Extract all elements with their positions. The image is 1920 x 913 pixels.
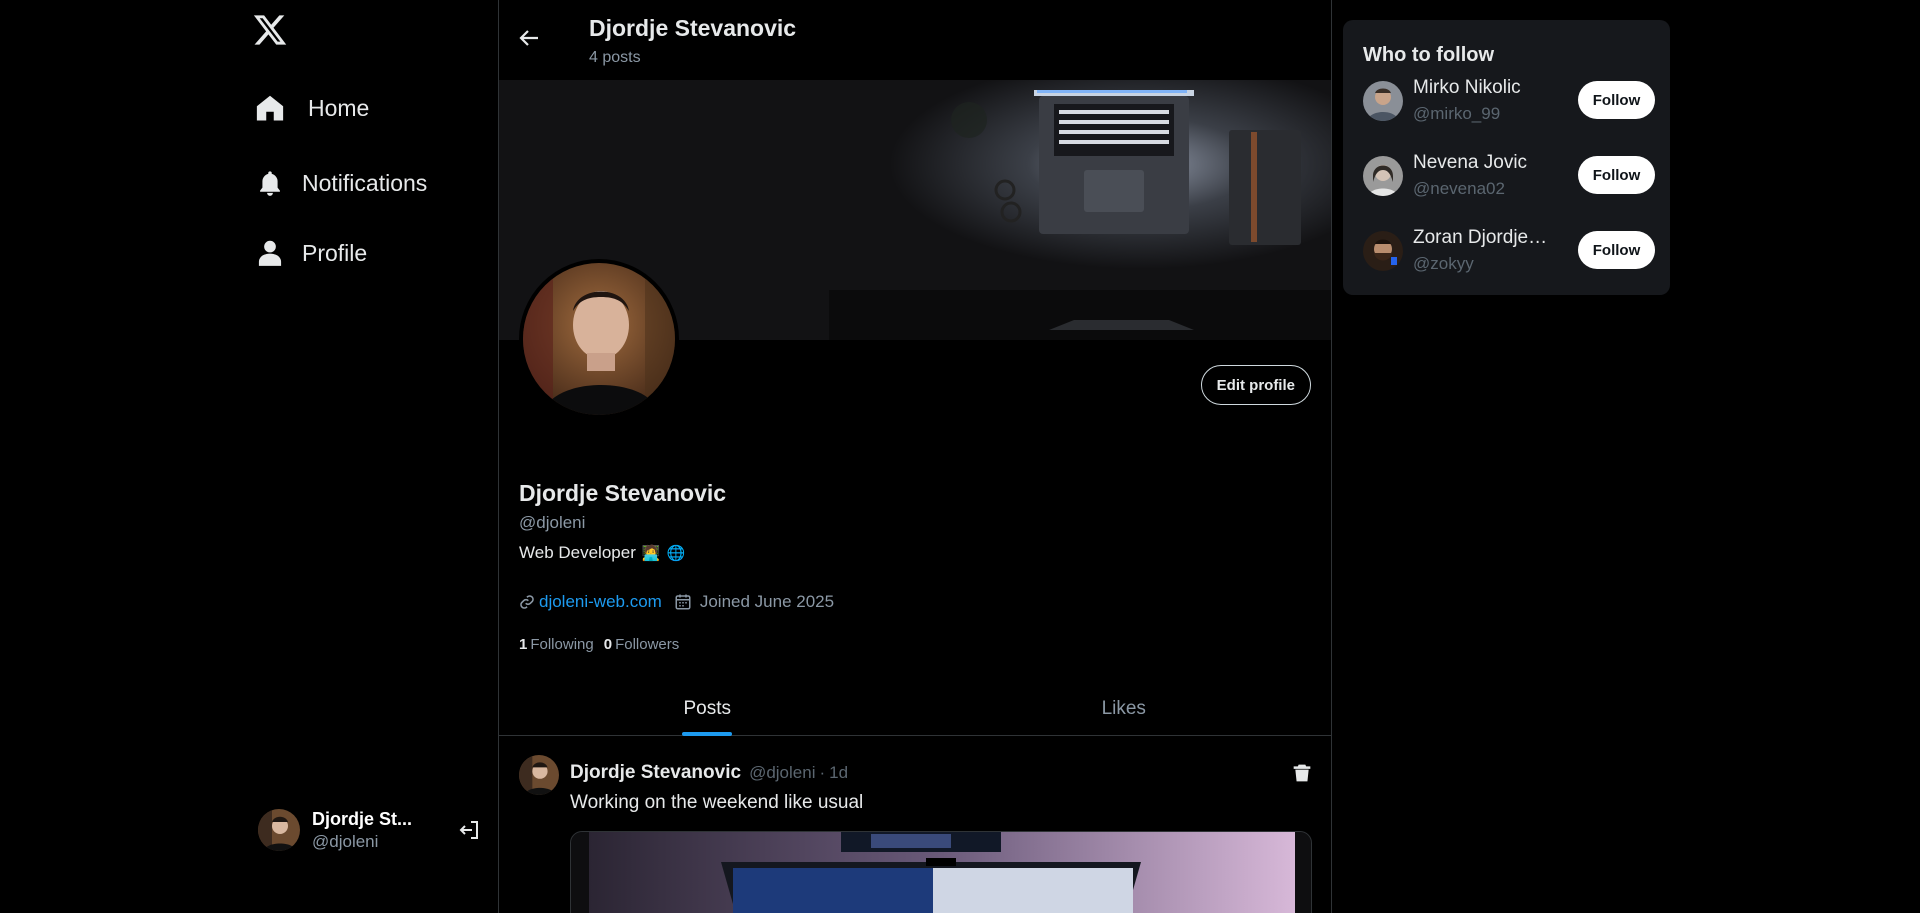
calendar-icon xyxy=(675,594,691,610)
back-arrow-icon[interactable] xyxy=(517,26,541,50)
nav-home[interactable]: Home xyxy=(254,92,369,124)
nav-notifications-label: Notifications xyxy=(302,169,428,196)
suggestion-avatar[interactable] xyxy=(1363,81,1403,121)
post-item[interactable]: Djordje Stevanovic @djoleni · 1d Working… xyxy=(499,737,1331,913)
following-count: 1 xyxy=(519,636,528,653)
nav-notifications[interactable]: Notifications xyxy=(254,167,427,199)
suggestion-row[interactable]: Nevena Jovic @nevena02 Follow xyxy=(1363,152,1655,202)
account-handle: @djoleni xyxy=(312,831,379,851)
suggestion-name[interactable]: Nevena Jovic xyxy=(1413,152,1551,174)
followers-label: Followers xyxy=(615,636,680,653)
following-link[interactable]: 1 Following xyxy=(519,636,594,653)
profile-handle: @djoleni xyxy=(519,513,586,532)
nav-home-label: Home xyxy=(308,94,370,121)
account-name: Djordje St... xyxy=(312,808,413,829)
post-author[interactable]: Djordje Stevanovic xyxy=(570,762,741,784)
suggestion-name[interactable]: Zoran Djordjevic xyxy=(1413,227,1551,249)
profile-bio: Web Developer 🧑‍💻 🌐 xyxy=(519,543,685,563)
profile-meta: djoleni-web.com Joined June 2025 xyxy=(519,592,834,612)
profile-avatar[interactable] xyxy=(519,259,679,419)
account-names: Djordje St... @djoleni xyxy=(312,809,422,852)
tab-posts[interactable]: Posts xyxy=(499,682,916,735)
avatar xyxy=(258,809,300,851)
post-time: 1d xyxy=(829,763,849,782)
suggestion-name[interactable]: Mirko Nikolic xyxy=(1413,77,1551,99)
followers-link[interactable]: 0 Followers xyxy=(604,636,680,653)
following-label: Following xyxy=(530,636,594,653)
profile-header: Djordje Stevanovic 4 posts xyxy=(499,0,1331,80)
suggestion-row[interactable]: Mirko Nikolic @mirko_99 Follow xyxy=(1363,77,1655,127)
post-image[interactable] xyxy=(570,831,1312,913)
follow-button[interactable]: Follow xyxy=(1578,156,1655,194)
website-link[interactable]: djoleni-web.com xyxy=(539,592,662,612)
main-column: Djordje Stevanovic 4 posts Edit profile … xyxy=(499,0,1332,913)
account-switcher[interactable]: Djordje St... @djoleni xyxy=(258,802,482,858)
person-icon xyxy=(254,237,286,269)
page-title: Djordje Stevanovic xyxy=(589,15,797,41)
post-avatar[interactable] xyxy=(519,755,559,795)
tab-likes[interactable]: Likes xyxy=(916,682,1332,735)
suggestion-avatar[interactable] xyxy=(1363,231,1403,271)
nav-profile[interactable]: Profile xyxy=(254,237,367,269)
suggestion-row[interactable]: Zoran Djordjevic @zokyy Follow xyxy=(1363,227,1655,277)
left-sidebar: Home Notifications Profile Djordje St...… xyxy=(0,0,499,913)
suggestion-avatar[interactable] xyxy=(1363,156,1403,196)
logout-icon[interactable] xyxy=(456,818,482,842)
suggestion-handle: @nevena02 xyxy=(1413,179,1505,198)
joined-date: Joined June 2025 xyxy=(699,592,835,611)
suggestion-handle: @mirko_99 xyxy=(1413,104,1501,123)
post-text: Working on the weekend like usual xyxy=(570,792,864,813)
who-to-follow-card: Who to follow Mirko Nikolic @mirko_99 Fo… xyxy=(1343,20,1670,295)
post-count: 4 posts xyxy=(589,49,641,66)
post-handle: @djoleni xyxy=(749,763,816,782)
followers-count: 0 xyxy=(603,636,613,653)
link-icon xyxy=(520,595,534,609)
bio-emoji-developer: 🧑‍💻 xyxy=(641,545,661,562)
edit-profile-button[interactable]: Edit profile xyxy=(1200,365,1311,405)
bio-emoji-globe: 🌐 xyxy=(666,545,686,562)
post-separator: · xyxy=(819,763,826,782)
who-to-follow-title: Who to follow xyxy=(1363,44,1495,66)
profile-tabs: Posts Likes xyxy=(499,682,1332,736)
follow-button[interactable]: Follow xyxy=(1578,231,1655,269)
profile-name: Djordje Stevanovic xyxy=(519,480,727,506)
home-icon xyxy=(254,92,286,124)
nav-profile-label: Profile xyxy=(302,239,368,266)
x-logo-icon[interactable] xyxy=(250,12,290,48)
trash-icon[interactable] xyxy=(1292,762,1312,784)
bell-icon xyxy=(254,167,286,199)
suggestion-handle: @zokyy xyxy=(1413,254,1474,273)
bio-text: Web Developer xyxy=(519,543,636,562)
post-header: Djordje Stevanovic @djoleni · 1d xyxy=(570,762,848,784)
follow-stats: 1 Following 0 Followers xyxy=(519,636,679,653)
follow-button[interactable]: Follow xyxy=(1578,81,1655,119)
